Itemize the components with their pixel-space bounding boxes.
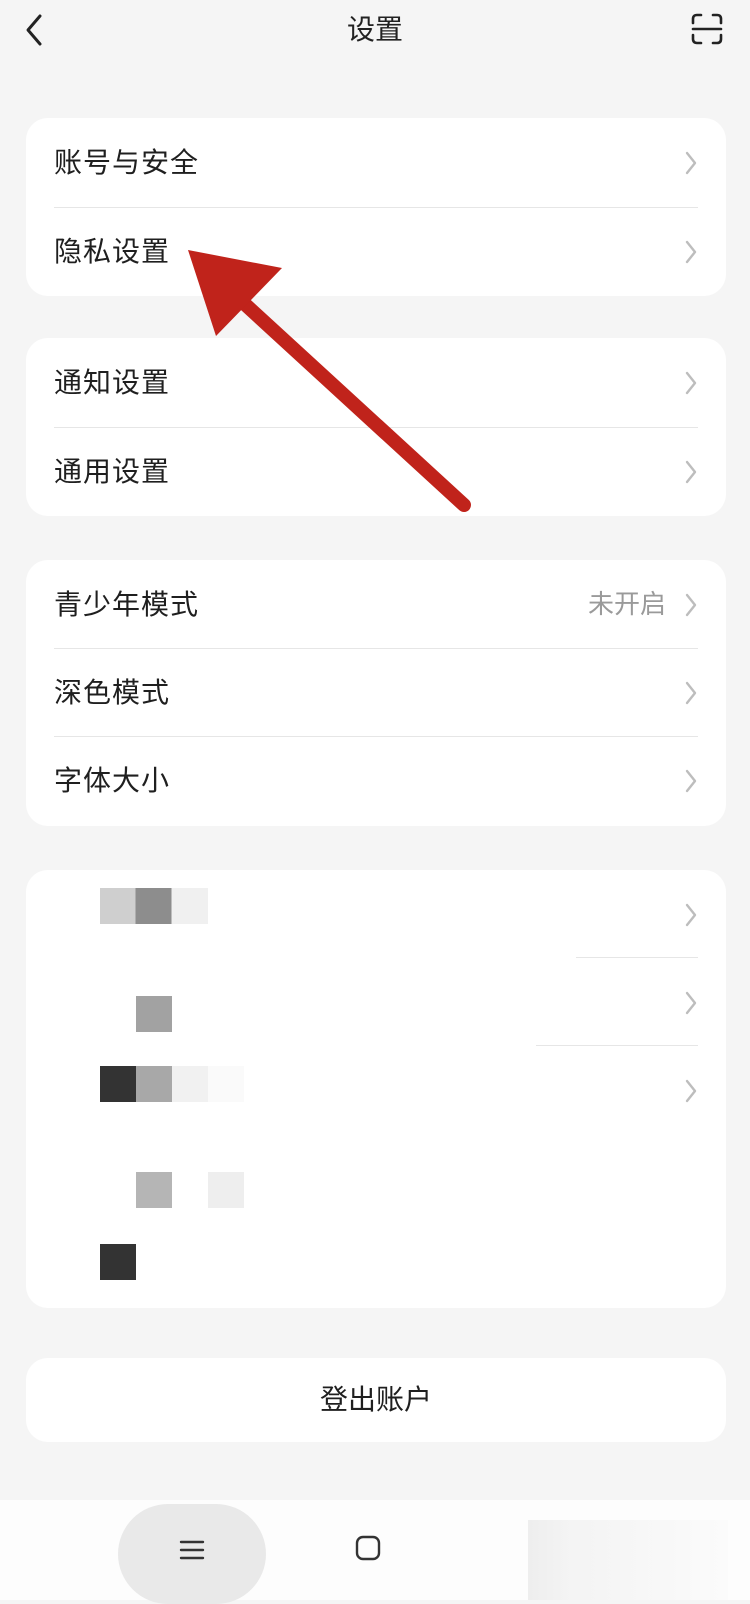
- teen-mode-status: 未开启: [587, 590, 666, 620]
- chevron-right-icon: [685, 769, 697, 793]
- pixelated-label: [100, 1066, 244, 1102]
- pixelated-label: [208, 1172, 244, 1208]
- pixelated-label: [100, 888, 208, 924]
- scan-button[interactable]: [690, 12, 724, 46]
- settings-group-obscured: [26, 870, 726, 1308]
- pixelated-label: [136, 996, 172, 1032]
- chevron-right-icon: [685, 460, 697, 484]
- chevron-right-icon: [685, 1079, 697, 1103]
- settings-item-teen-mode[interactable]: 青少年模式 未开启: [26, 560, 726, 650]
- settings-item-privacy[interactable]: 隐私设置: [26, 207, 726, 296]
- settings-item-obscured[interactable]: [26, 1134, 726, 1222]
- settings-item-label: 通知设置: [54, 366, 171, 399]
- chevron-right-icon: [685, 371, 697, 395]
- pixelated-label: [100, 1244, 136, 1280]
- top-bar: 设置: [0, 0, 750, 60]
- settings-group-general: 通知设置 通用设置: [26, 338, 726, 516]
- page-title: 设置: [346, 13, 403, 46]
- chevron-right-icon: [685, 593, 697, 617]
- system-nav-bar: [0, 1500, 750, 1604]
- settings-item-general[interactable]: 通用设置: [26, 427, 726, 516]
- logout-button[interactable]: 登出账户: [26, 1358, 726, 1442]
- chevron-right-icon: [685, 240, 697, 264]
- settings-item-label: 账号与安全: [54, 146, 200, 179]
- nav-back-area[interactable]: [528, 1520, 728, 1600]
- settings-item-label: 隐私设置: [54, 235, 171, 268]
- chevron-right-icon: [685, 903, 697, 927]
- logout-label: 登出账户: [319, 1383, 432, 1416]
- scan-icon: [691, 13, 723, 45]
- settings-item-obscured[interactable]: [26, 1222, 726, 1308]
- settings-item-font-size[interactable]: 字体大小: [26, 736, 726, 826]
- settings-item-obscured[interactable]: [26, 958, 726, 1046]
- chevron-right-icon: [685, 991, 697, 1015]
- settings-item-obscured[interactable]: [26, 870, 726, 958]
- chevron-right-icon: [685, 151, 697, 175]
- menu-icon[interactable]: [178, 1538, 206, 1562]
- settings-group-account: 账号与安全 隐私设置: [26, 118, 726, 296]
- settings-item-obscured[interactable]: [26, 1046, 726, 1134]
- home-icon[interactable]: [354, 1534, 382, 1562]
- settings-item-label: 青少年模式: [54, 588, 200, 621]
- settings-item-label: 深色模式: [54, 676, 171, 709]
- settings-group-display: 青少年模式 未开启 深色模式 字体大小: [26, 560, 726, 826]
- pixelated-label: [136, 1172, 172, 1208]
- settings-item-notifications[interactable]: 通知设置: [26, 338, 726, 428]
- settings-item-dark-mode[interactable]: 深色模式: [26, 648, 726, 738]
- settings-item-label: 通用设置: [54, 455, 171, 488]
- settings-item-label: 字体大小: [54, 764, 171, 797]
- settings-item-account-security[interactable]: 账号与安全: [26, 118, 726, 208]
- chevron-right-icon: [685, 681, 697, 705]
